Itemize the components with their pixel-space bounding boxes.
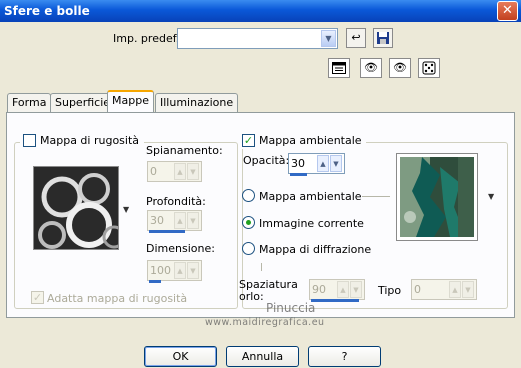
- radio-mappa-diffrazione-label: Mappa di diffrazione: [259, 243, 372, 256]
- spin-up-icon[interactable]: ▲: [174, 163, 186, 180]
- reset-preset-button[interactable]: ↩: [346, 28, 366, 48]
- title-bar: Sfere e bolle ✕: [0, 0, 521, 22]
- bump-texture-image: [34, 167, 118, 249]
- spacing-label-line2: orlo:: [239, 290, 264, 303]
- auto-proof-button[interactable]: 👁: [389, 58, 411, 78]
- opacity-slider[interactable]: [290, 173, 307, 176]
- profondita-slider[interactable]: [149, 230, 185, 233]
- radio-mappa-ambientale-label: Mappa ambientale: [259, 190, 362, 203]
- window-title: Sfere e bolle: [4, 4, 90, 18]
- separator-line: [362, 196, 390, 197]
- radio-immagine-corrente-label: Immagine corrente: [259, 217, 364, 230]
- close-button[interactable]: ✕: [497, 1, 518, 21]
- dimensione-spinner[interactable]: 100 ▲ ▼: [147, 260, 202, 283]
- bump-map-header: Mappa di rugosità: [20, 133, 144, 149]
- opacity-spinner[interactable]: 30 ▲ ▼: [288, 153, 345, 176]
- opacity-label: Opacità:: [243, 154, 290, 167]
- profondita-label: Profondità:: [146, 195, 206, 208]
- proof-eye-button[interactable]: 👁: [360, 58, 382, 78]
- env-map-header: ✓ Mappa ambientale: [239, 133, 366, 149]
- ok-button[interactable]: OK: [144, 346, 217, 367]
- bump-map-checkbox[interactable]: [23, 134, 36, 147]
- type-label: Tipo: [378, 284, 402, 297]
- tab-panel-mappe: Mappa di rugosità ▼ Spianamento: 0 ▲ ▼ P…: [6, 112, 515, 318]
- radio-selected-dot: [246, 220, 251, 225]
- profondita-spinner[interactable]: 30 ▲ ▼: [147, 210, 202, 233]
- preset-combo[interactable]: ▼: [177, 28, 338, 49]
- spianamento-label: Spianamento:: [146, 144, 223, 157]
- radio-immagine-corrente[interactable]: [242, 216, 255, 229]
- dimensione-slider[interactable]: [149, 280, 161, 283]
- spianamento-value: 0: [150, 165, 157, 178]
- watermark-name: Pinuccia: [266, 301, 316, 315]
- cancel-button[interactable]: Annulla: [226, 346, 299, 367]
- spin-down-icon[interactable]: ▼: [187, 163, 199, 180]
- tab-mappe[interactable]: Mappe: [107, 90, 154, 112]
- dimensione-value: 100: [150, 264, 171, 277]
- bump-map-preview[interactable]: [33, 166, 119, 250]
- fit-bump-map-checkbox[interactable]: ✓: [31, 291, 44, 304]
- tab-illuminazione[interactable]: Illuminazione: [155, 93, 239, 112]
- spin-down-icon[interactable]: ▼: [462, 281, 474, 298]
- type-value: 0: [414, 283, 421, 296]
- spacing-spinner[interactable]: 90 ▲ ▼: [309, 279, 365, 302]
- dice-icon: [422, 61, 436, 75]
- bump-map-label: Mappa di rugosità: [40, 134, 140, 147]
- spianamento-spinner[interactable]: 0 ▲ ▼: [147, 161, 202, 182]
- spacing-slider[interactable]: [311, 299, 359, 302]
- save-icon: [377, 32, 389, 44]
- env-map-label: Mappa ambientale: [259, 134, 362, 147]
- eye-arrow-icon: 👁: [364, 61, 378, 74]
- save-preset-button[interactable]: [373, 28, 393, 48]
- radio-mappa-ambientale[interactable]: [242, 189, 255, 202]
- spin-down-icon[interactable]: ▼: [350, 281, 362, 298]
- separator-tick: [261, 263, 262, 271]
- window-icon: [332, 62, 346, 74]
- chevron-down-icon[interactable]: ▼: [321, 30, 336, 47]
- randomize-button[interactable]: [418, 58, 440, 78]
- env-map-preview[interactable]: [396, 153, 478, 241]
- env-map-dropdown-icon[interactable]: ▼: [488, 192, 494, 201]
- spin-up-icon[interactable]: ▲: [449, 281, 461, 298]
- type-spinner[interactable]: 0 ▲ ▼: [411, 279, 477, 300]
- spin-down-icon[interactable]: ▼: [330, 155, 342, 172]
- watermark-url: www.maidiregrafica.eu: [205, 317, 325, 328]
- spin-up-icon[interactable]: ▲: [317, 155, 329, 172]
- profondita-value: 30: [150, 214, 164, 227]
- fit-bump-map-label: Adatta mappa di rugosità: [47, 292, 188, 305]
- undo-arrow-icon: ↩: [351, 31, 361, 44]
- env-map-checkbox[interactable]: ✓: [242, 134, 255, 147]
- tab-superficie[interactable]: Superficie: [50, 93, 116, 112]
- tab-forma[interactable]: Forma: [7, 93, 52, 112]
- dimensione-label: Dimensione:: [146, 242, 215, 255]
- opacity-value: 30: [291, 157, 305, 170]
- help-button[interactable]: ?: [308, 346, 381, 367]
- spin-down-icon[interactable]: ▼: [187, 212, 199, 229]
- spin-down-icon[interactable]: ▼: [187, 262, 199, 279]
- show-preview-button[interactable]: [328, 58, 350, 78]
- spacing-value: 90: [312, 283, 326, 296]
- env-texture-image: [400, 157, 474, 237]
- preset-label: Imp. predef.:: [113, 32, 183, 45]
- eye-icon: 👁: [393, 61, 407, 74]
- radio-mappa-diffrazione[interactable]: [242, 242, 255, 255]
- spin-up-icon[interactable]: ▲: [174, 262, 186, 279]
- spin-up-icon[interactable]: ▲: [337, 281, 349, 298]
- spin-up-icon[interactable]: ▲: [174, 212, 186, 229]
- bump-map-dropdown-icon[interactable]: ▼: [123, 205, 129, 214]
